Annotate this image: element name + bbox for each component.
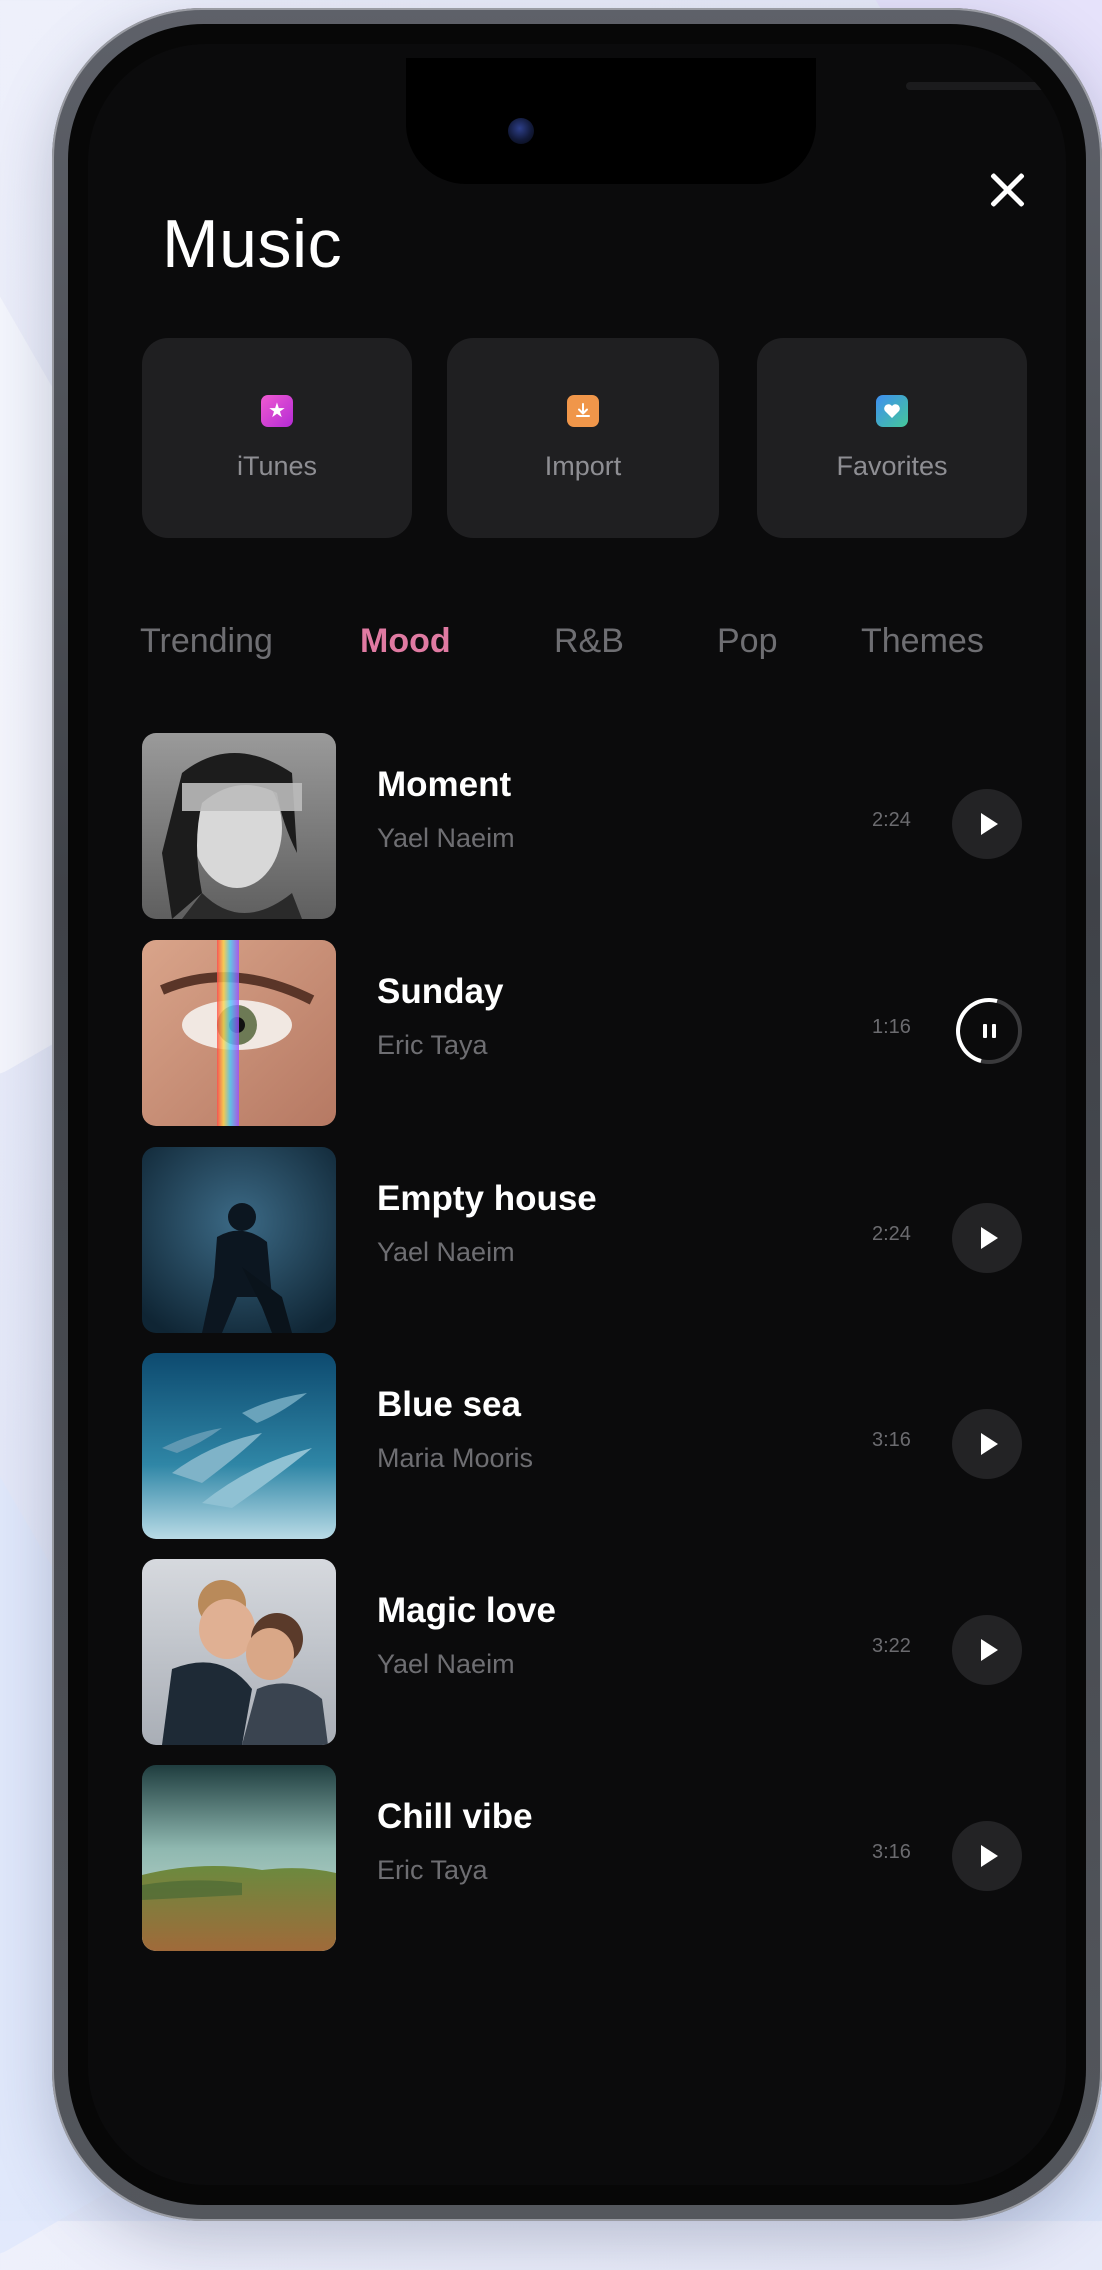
track-artist: Yael Naeim [377, 1237, 515, 1267]
album-art [142, 1353, 336, 1539]
track-duration: 2:24 [872, 1223, 911, 1245]
import-button[interactable]: Import [447, 338, 719, 538]
play-button[interactable] [952, 1615, 1022, 1685]
track-row[interactable]: Chill vibe Eric Taya 3:16 [142, 1765, 1042, 1951]
track-title: Chill vibe [377, 1797, 533, 1836]
track-row[interactable]: Blue sea Maria Mooris 3:16 [142, 1353, 1042, 1539]
notch [406, 58, 1066, 184]
play-icon [981, 1227, 998, 1249]
tab-mood[interactable]: Mood [360, 622, 451, 661]
play-icon [981, 1639, 998, 1661]
speaker-grille [906, 82, 1066, 90]
track-title: Sunday [377, 972, 504, 1011]
album-art [142, 1147, 336, 1333]
track-row[interactable]: Moment Yael Naeim 2:24 [142, 733, 1042, 919]
track-duration: 3:22 [872, 1635, 911, 1657]
tab-pop[interactable]: Pop [717, 622, 778, 661]
album-art [142, 1765, 336, 1951]
itunes-button[interactable]: ★ iTunes [142, 338, 412, 538]
album-art [142, 733, 336, 919]
import-label: Import [544, 450, 622, 481]
play-icon [981, 1845, 998, 1867]
play-icon [981, 1433, 998, 1455]
play-button[interactable] [952, 1203, 1022, 1273]
track-title: Magic love [377, 1591, 556, 1630]
track-artist: Eric Taya [377, 1030, 488, 1060]
track-artist: Eric Taya [377, 1855, 488, 1885]
play-button[interactable] [952, 1409, 1022, 1479]
genre-tabs: Trending Mood R&B Pop Themes [140, 622, 1030, 672]
album-art [142, 1559, 336, 1745]
star-icon: ★ [261, 394, 293, 427]
track-row[interactable]: Empty house Yael Naeim 2:24 [142, 1147, 1042, 1333]
track-duration: 2:24 [872, 809, 911, 831]
page-title: Music [162, 206, 343, 282]
close-icon[interactable] [987, 170, 1027, 210]
track-title: Moment [377, 765, 512, 804]
heart-icon [876, 394, 908, 427]
itunes-label: iTunes [236, 450, 318, 481]
track-title: Empty house [377, 1179, 597, 1218]
tab-rnb[interactable]: R&B [554, 622, 624, 661]
play-icon [981, 813, 998, 835]
download-icon [567, 394, 599, 427]
favorites-button[interactable]: Favorites [757, 338, 1027, 538]
track-duration: 3:16 [872, 1841, 911, 1863]
play-button[interactable] [952, 789, 1022, 859]
front-camera [508, 118, 534, 144]
play-button[interactable] [952, 1821, 1022, 1891]
track-artist: Yael Naeim [377, 823, 515, 853]
favorites-label: Favorites [836, 450, 948, 481]
track-artist: Maria Mooris [377, 1443, 534, 1473]
tab-themes[interactable]: Themes [861, 622, 984, 661]
track-artist: Yael Naeim [377, 1649, 515, 1679]
track-row[interactable]: Magic love Yael Naeim 3:22 [142, 1559, 1042, 1745]
progress-ring [943, 985, 1035, 1077]
track-duration: 3:16 [872, 1429, 911, 1451]
album-art [142, 940, 336, 1126]
track-title: Blue sea [377, 1385, 521, 1424]
track-row[interactable]: Sunday Eric Taya 1:16 [142, 940, 1042, 1126]
tab-trending[interactable]: Trending [140, 622, 273, 661]
track-duration: 1:16 [872, 1016, 911, 1038]
pause-button[interactable] [943, 985, 1035, 1077]
